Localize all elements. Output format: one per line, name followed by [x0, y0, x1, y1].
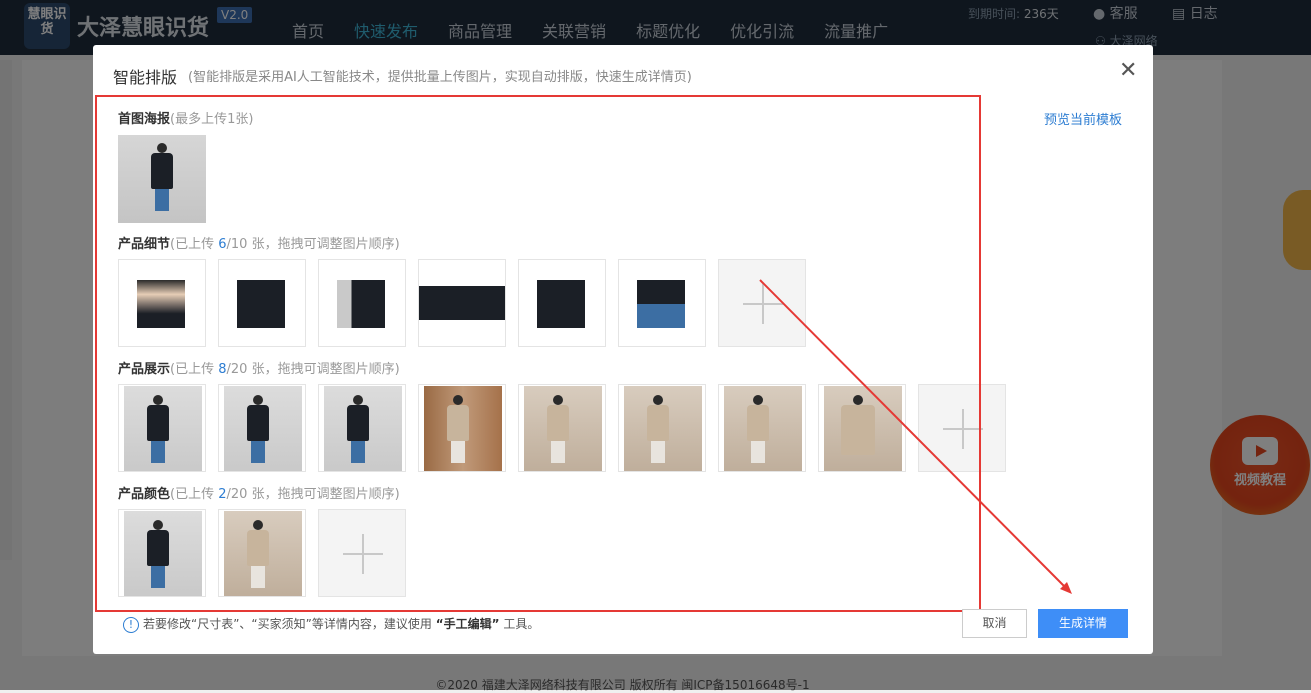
dialog-subtitle: (智能排版是采用AI人工智能技术，提供批量上传图片，实现自动排版，快速生成详情页…	[188, 70, 692, 85]
cancel-button[interactable]: 取消	[962, 609, 1027, 638]
manual-edit-tool[interactable]: “手工编辑”	[436, 617, 500, 631]
annotation-highlight-box	[95, 95, 981, 612]
smart-layout-dialog: 智能排版 (智能排版是采用AI人工智能技术，提供批量上传图片，实现自动排版，快速…	[93, 45, 1153, 654]
info-icon: !	[123, 616, 139, 633]
notice-text-post: 工具。	[503, 617, 540, 631]
notice-text-pre: 若要修改“尺寸表”、“买家须知”等详情内容，建议使用	[143, 617, 432, 631]
preview-template-link[interactable]: 预览当前模板	[1044, 109, 1122, 128]
generate-details-button[interactable]: 生成详情	[1038, 609, 1128, 638]
edit-notice: ! 若要修改“尺寸表”、“买家须知”等详情内容，建议使用 “手工编辑” 工具。	[123, 615, 539, 633]
dialog-title: 智能排版	[113, 68, 178, 87]
close-icon[interactable]: ✕	[1119, 58, 1137, 83]
